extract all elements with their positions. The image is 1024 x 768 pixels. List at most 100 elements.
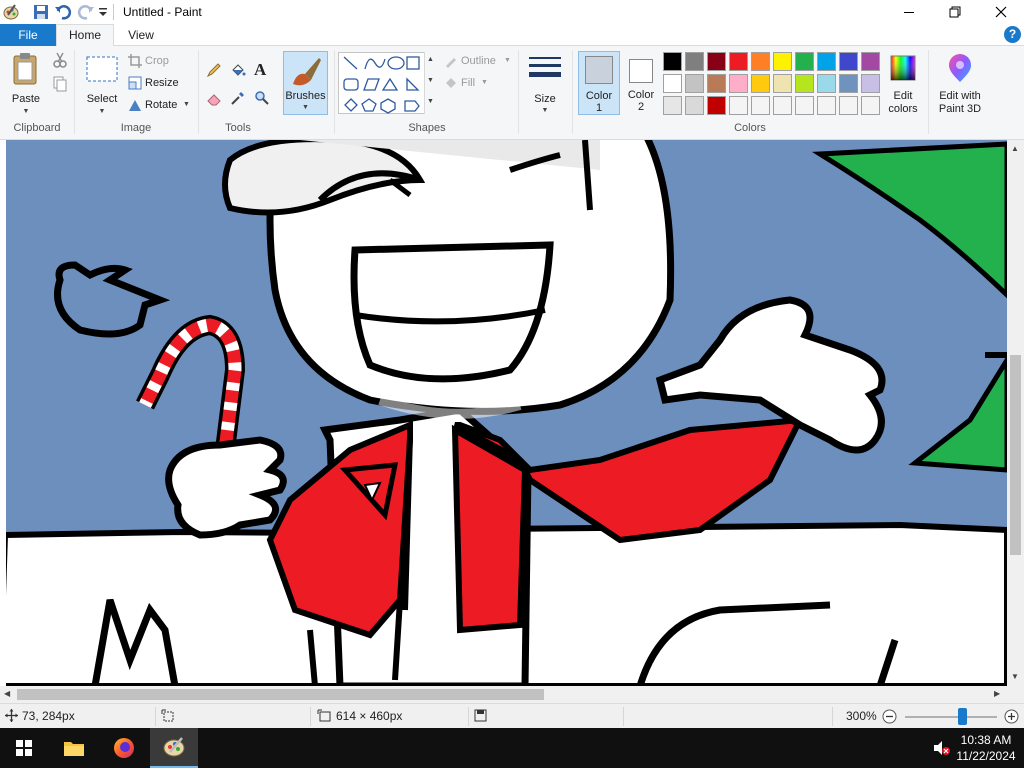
palette-swatch[interactable] [663, 52, 682, 71]
palette-swatch[interactable] [773, 52, 792, 71]
scroll-down-icon[interactable]: ▼ [1011, 672, 1019, 681]
title-bar: Untitled - Paint [0, 0, 1024, 24]
edit-with-paint3d-button[interactable]: Edit with Paint 3D [934, 51, 986, 115]
paste-label: Paste [11, 93, 41, 105]
text-icon[interactable]: A [254, 60, 266, 80]
color-picker-icon[interactable] [230, 90, 246, 109]
file-explorer-button[interactable] [50, 728, 98, 768]
palette-swatch[interactable] [729, 52, 748, 71]
shapes-more-icon[interactable]: ▼ [427, 98, 434, 105]
zoom-slider-track[interactable] [905, 716, 997, 718]
palette-swatch[interactable] [729, 96, 748, 115]
minimize-button[interactable] [886, 0, 932, 24]
select-dropdown-icon[interactable]: ▼ [82, 108, 122, 115]
fill-dropdown-icon[interactable]: ▼ [481, 79, 488, 86]
palette-swatch[interactable] [773, 96, 792, 115]
palette-swatch[interactable] [707, 74, 726, 93]
palette-swatch[interactable] [839, 52, 858, 71]
zoom-in-icon[interactable] [1004, 709, 1019, 727]
drawing-canvas[interactable] [0, 140, 1024, 686]
outline-button[interactable]: Outline ▼ [444, 54, 514, 70]
palette-swatch[interactable] [817, 74, 836, 93]
select-label: Select [86, 93, 118, 105]
drawing-artwork [0, 140, 1010, 686]
horizontal-scroll-thumb[interactable] [17, 689, 544, 700]
palette-swatch[interactable] [751, 52, 770, 71]
palette-swatch[interactable] [663, 74, 682, 93]
tab-home[interactable]: Home [56, 24, 114, 47]
outline-dropdown-icon[interactable]: ▼ [504, 57, 511, 64]
palette-swatch[interactable] [685, 74, 704, 93]
magnifier-icon[interactable] [254, 90, 270, 109]
edit-colors-button[interactable]: Edit colors [884, 51, 922, 115]
taskbar-clock[interactable]: 10:38 AM 11/22/2024 [953, 732, 1019, 764]
clock-date: 11/22/2024 [956, 749, 1016, 763]
start-button[interactable] [0, 728, 48, 768]
palette-swatch[interactable] [751, 74, 770, 93]
color2-swatch [629, 59, 653, 83]
pencil-icon[interactable] [206, 62, 222, 81]
rotate-dropdown-icon[interactable]: ▼ [183, 101, 190, 108]
select-button[interactable]: Select ▼ [82, 50, 122, 116]
fill-bucket-icon[interactable] [230, 62, 246, 81]
maximize-button[interactable] [932, 0, 978, 24]
palette-swatch[interactable] [729, 74, 748, 93]
fill-button[interactable]: Fill ▼ [444, 76, 504, 92]
scroll-right-icon[interactable]: ▶ [994, 689, 1000, 698]
palette-swatch[interactable] [795, 74, 814, 93]
scroll-up-icon[interactable]: ▲ [1011, 144, 1019, 153]
palette-swatch[interactable] [773, 74, 792, 93]
tab-file[interactable]: File [0, 24, 56, 46]
scroll-left-icon[interactable]: ◀ [4, 689, 10, 698]
crop-button[interactable]: Crop [128, 54, 188, 70]
zoom-slider-thumb[interactable] [957, 708, 967, 725]
volume-muted-icon[interactable] [932, 740, 950, 759]
rotate-button[interactable]: Rotate ▼ [128, 98, 192, 114]
palette-swatch[interactable] [685, 96, 704, 115]
resize-button[interactable]: Resize [128, 76, 188, 92]
palette-swatch[interactable] [861, 52, 880, 71]
paste-dropdown-icon[interactable]: ▼ [6, 108, 46, 115]
palette-swatch[interactable] [685, 52, 704, 71]
brushes-button[interactable]: Brushes ▼ [283, 51, 328, 115]
shapes-scroll-up-icon[interactable]: ▲ [427, 56, 434, 63]
paint-taskbar-button[interactable] [150, 728, 198, 768]
cut-icon[interactable] [52, 52, 68, 71]
redo-icon[interactable] [77, 3, 95, 21]
brushes-dropdown-icon[interactable]: ▼ [284, 104, 327, 111]
help-icon[interactable]: ? [1004, 26, 1021, 43]
undo-icon[interactable] [54, 3, 72, 21]
palette-swatch[interactable] [839, 96, 858, 115]
shapes-gallery[interactable] [338, 52, 436, 114]
palette-swatch[interactable] [751, 96, 770, 115]
shapes-scroll-down-icon[interactable]: ▼ [427, 77, 434, 84]
palette-swatch[interactable] [663, 96, 682, 115]
horizontal-scrollbar[interactable]: ◀ ▶ [0, 686, 1024, 703]
cursor-position: 73, 284px [22, 709, 75, 723]
size-dropdown-icon[interactable]: ▼ [524, 107, 566, 114]
close-button[interactable] [978, 0, 1024, 24]
size-button[interactable]: Size ▼ [524, 50, 566, 116]
palette-swatch[interactable] [817, 52, 836, 71]
zoom-out-icon[interactable] [882, 709, 897, 727]
palette-swatch[interactable] [795, 52, 814, 71]
palette-swatch[interactable] [707, 96, 726, 115]
color1-button[interactable]: Color 1 [578, 51, 620, 115]
palette-swatch[interactable] [795, 96, 814, 115]
firefox-button[interactable] [100, 728, 148, 768]
tab-view[interactable]: View [118, 24, 164, 46]
palette-swatch[interactable] [707, 52, 726, 71]
copy-icon[interactable] [52, 76, 68, 95]
color2-button[interactable]: Color 2 [622, 51, 660, 115]
palette-swatch[interactable] [861, 96, 880, 115]
save-icon[interactable] [32, 3, 50, 21]
eraser-icon[interactable] [206, 90, 222, 109]
palette-swatch[interactable] [861, 74, 880, 93]
palette-swatch[interactable] [839, 74, 858, 93]
palette-swatch[interactable] [817, 96, 836, 115]
paste-button[interactable]: Paste ▼ [6, 50, 46, 116]
vertical-scroll-thumb[interactable] [1010, 355, 1021, 555]
vertical-scrollbar[interactable]: ▲ ▼ [1007, 140, 1024, 686]
shapes-scroll[interactable]: ▲ ▼ ▼ [424, 52, 436, 114]
paint-app-icon[interactable] [2, 3, 20, 21]
